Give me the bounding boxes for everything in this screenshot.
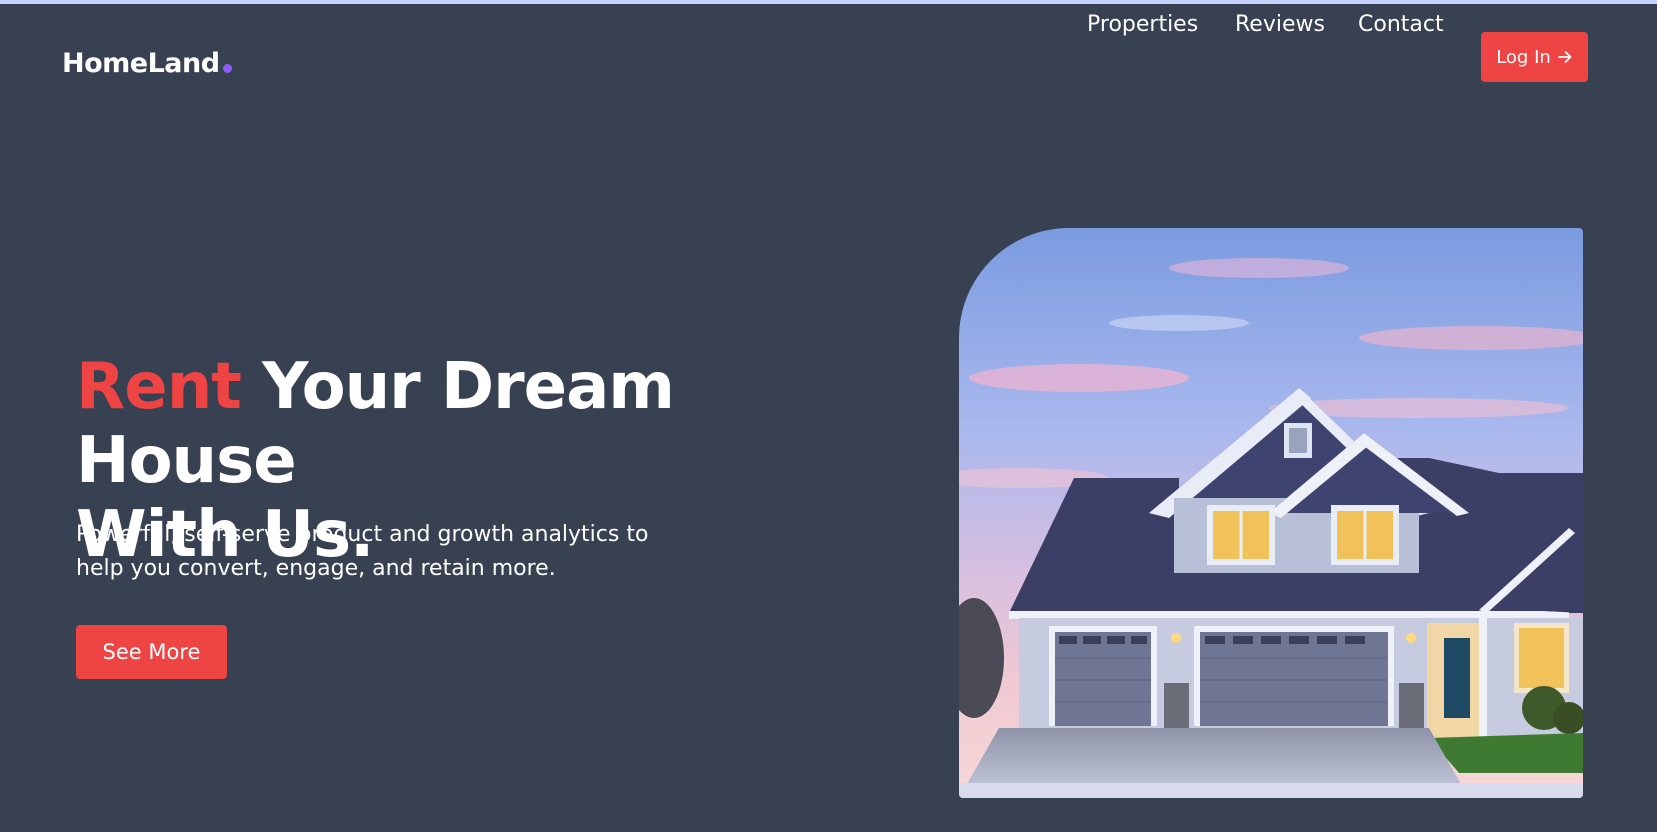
nav-link-reviews[interactable]: Reviews	[1235, 12, 1325, 37]
login-button[interactable]: Log In	[1481, 32, 1588, 82]
logo-text: HomeLand	[62, 48, 220, 79]
logo[interactable]: HomeLand	[62, 48, 232, 79]
top-accent-line	[0, 0, 1657, 4]
arrow-right-icon	[1557, 49, 1573, 65]
login-button-label: Log In	[1496, 46, 1551, 68]
nav-link-contact[interactable]: Contact	[1358, 12, 1444, 37]
hero-subtitle: Powerful, self-serve product and growth …	[76, 522, 649, 581]
hero-title-highlight: Rent	[76, 350, 242, 424]
see-more-button[interactable]: See More	[76, 625, 227, 679]
nav-link-properties[interactable]: Properties	[1087, 12, 1198, 37]
logo-dot	[222, 64, 232, 73]
house-photo	[959, 228, 1583, 798]
